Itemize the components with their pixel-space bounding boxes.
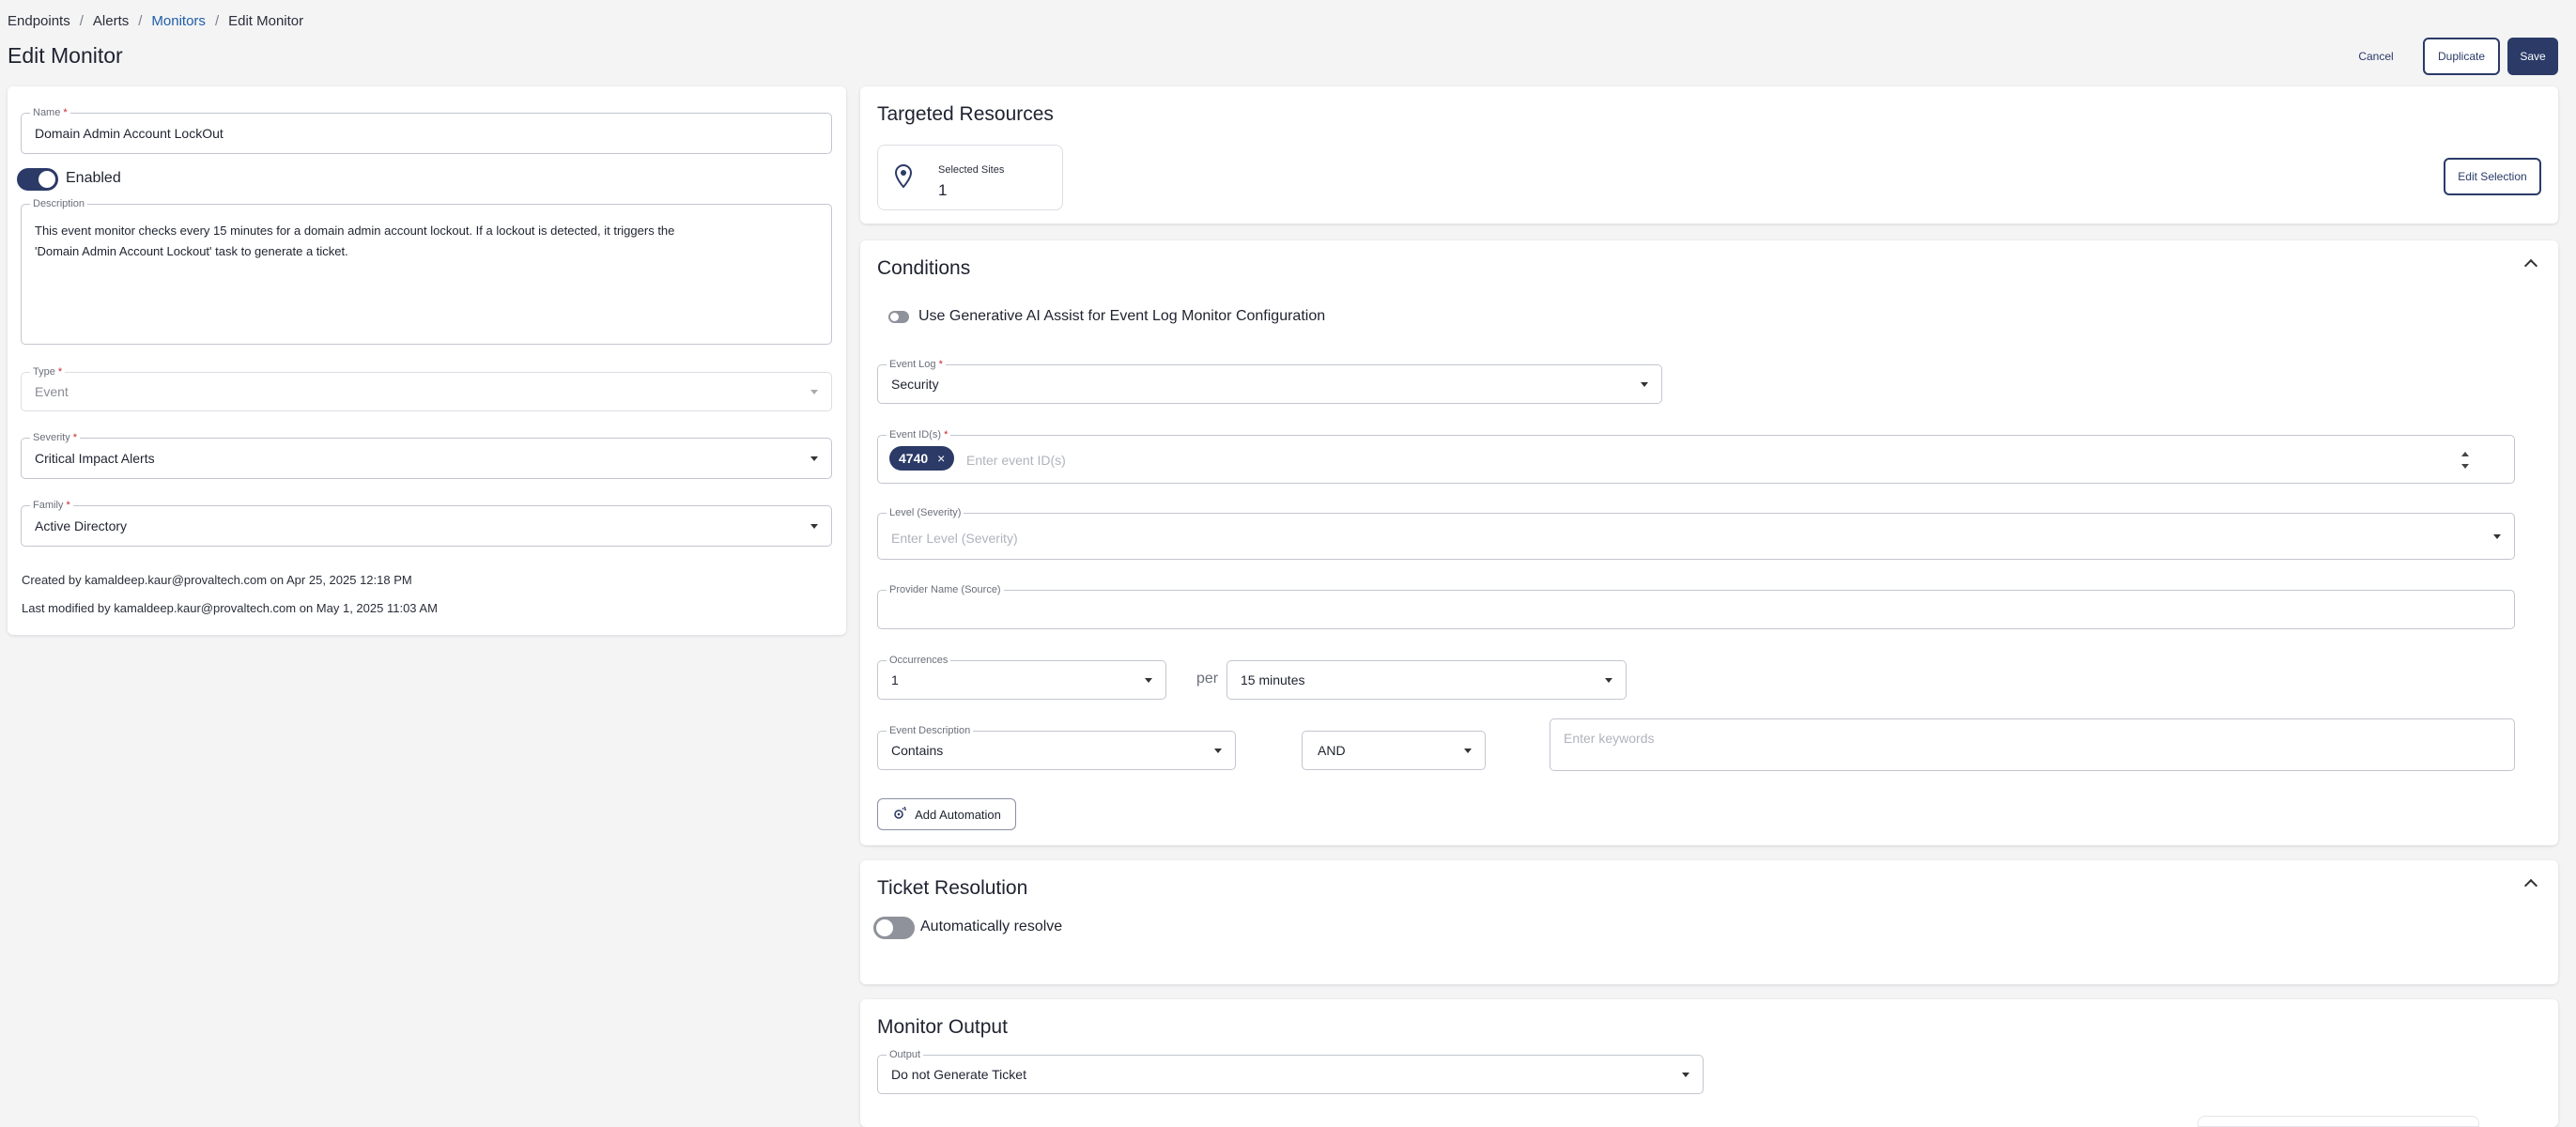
ticket-resolution-card: Ticket Resolution Automatically resolve <box>860 860 2558 984</box>
event-description-label: Event Description <box>887 725 974 736</box>
edit-selection-button[interactable]: Edit Selection <box>2444 158 2541 195</box>
duplicate-button[interactable]: Duplicate <box>2423 38 2500 75</box>
selected-sites-box: Selected Sites 1 <box>877 145 1063 210</box>
save-button[interactable]: Save <box>2507 38 2558 75</box>
location-pin-icon <box>894 163 913 193</box>
targeted-resources-title: Targeted Resources <box>877 103 1054 125</box>
general-settings-card: Name * Domain Admin Account LockOut Enab… <box>8 86 846 635</box>
family-value: Active Directory <box>35 518 128 533</box>
chevron-down-icon <box>1214 749 1222 753</box>
provider-name-field[interactable]: Provider Name (Source) <box>877 584 2515 629</box>
level-placeholder: Enter Level (Severity) <box>891 531 1018 546</box>
gen-ai-toggle[interactable] <box>888 311 909 323</box>
auto-resolve-label: Automatically resolve <box>920 919 1063 934</box>
breadcrumb-separator: / <box>138 13 143 29</box>
targeted-resources-card: Targeted Resources Selected Sites 1 Edit… <box>860 86 2558 224</box>
breadcrumb-alerts[interactable]: Alerts <box>93 13 129 29</box>
automation-gear-icon <box>892 806 907 824</box>
breadcrumb: Endpoints / Alerts / Monitors / Edit Mon… <box>8 13 303 29</box>
type-value: Event <box>35 384 69 399</box>
operator-value: AND <box>1318 743 1346 758</box>
description-line-2: 'Domain Admin Account Lockout' task to g… <box>35 244 348 258</box>
modified-by-text: Last modified by kamaldeep.kaur@provalte… <box>22 601 438 615</box>
output-select[interactable]: Output Do not Generate Ticket <box>877 1049 1704 1094</box>
event-log-select[interactable]: Event Log * Security <box>877 359 1662 404</box>
monitor-output-card: Monitor Output Output Do not Generate Ti… <box>860 999 2558 1127</box>
gen-ai-label: Use Generative AI Assist for Event Log M… <box>918 308 1326 324</box>
enabled-toggle[interactable] <box>17 168 58 191</box>
breadcrumb-monitors[interactable]: Monitors <box>151 13 206 29</box>
breadcrumb-separator: / <box>214 13 220 29</box>
level-select[interactable]: Level (Severity) Enter Level (Severity) <box>877 507 2515 560</box>
event-log-label: Event Log * <box>887 359 946 370</box>
chevron-down-icon <box>1145 678 1152 683</box>
cancel-button[interactable]: Cancel <box>2348 38 2404 75</box>
type-label: Type * <box>30 366 66 378</box>
chevron-down-icon <box>1605 678 1612 683</box>
add-automation-label: Add Automation <box>915 807 1001 822</box>
floating-panel-edge <box>2198 1116 2479 1127</box>
event-description-select[interactable]: Event Description Contains <box>877 725 1236 770</box>
operator-select[interactable]: AND <box>1302 731 1486 770</box>
chevron-down-icon <box>1641 382 1648 387</box>
severity-select[interactable]: Severity * Critical Impact Alerts <box>21 432 832 479</box>
close-icon[interactable]: × <box>937 451 945 466</box>
severity-label: Severity * <box>30 432 81 443</box>
per-label: per <box>1196 671 1219 687</box>
conditions-card: Conditions Use Generative AI Assist for … <box>860 240 2558 845</box>
selected-sites-label: Selected Sites <box>938 164 1005 176</box>
occurrences-label: Occurrences <box>887 655 951 666</box>
name-field[interactable]: Name * Domain Admin Account LockOut <box>21 107 832 154</box>
keywords-placeholder: Enter keywords <box>1564 731 1655 746</box>
breadcrumb-current: Edit Monitor <box>228 13 304 29</box>
description-label: Description <box>30 198 88 209</box>
created-by-text: Created by kamaldeep.kaur@provaltech.com… <box>22 573 412 587</box>
stepper-icon[interactable] <box>2461 452 2469 469</box>
monitor-output-title: Monitor Output <box>877 1016 1008 1038</box>
event-log-value: Security <box>891 377 939 392</box>
event-ids-field[interactable]: Event ID(s) * 4740 × Enter event ID(s) <box>877 429 2515 484</box>
chevron-down-icon <box>2493 534 2501 539</box>
name-label: Name * <box>30 107 70 118</box>
event-ids-label: Event ID(s) * <box>887 429 951 440</box>
severity-value: Critical Impact Alerts <box>35 451 155 466</box>
occurrences-select[interactable]: Occurrences 1 <box>877 655 1166 700</box>
add-automation-button[interactable]: Add Automation <box>877 798 1016 830</box>
auto-resolve-toggle[interactable] <box>873 917 915 939</box>
event-id-chip-label: 4740 <box>899 451 929 466</box>
selected-sites-count: 1 <box>938 181 948 199</box>
name-value: Domain Admin Account LockOut <box>35 126 224 141</box>
breadcrumb-separator: / <box>79 13 84 29</box>
collapse-chevron-icon[interactable] <box>2523 258 2538 273</box>
collapse-chevron-icon[interactable] <box>2523 878 2538 893</box>
chevron-down-icon <box>1682 1073 1689 1077</box>
occurrences-value: 1 <box>891 672 899 687</box>
event-description-value: Contains <box>891 743 944 758</box>
event-ids-placeholder: Enter event ID(s) <box>966 453 1066 468</box>
chevron-down-icon <box>1464 749 1472 753</box>
breadcrumb-endpoints[interactable]: Endpoints <box>8 13 70 29</box>
chevron-down-icon <box>810 524 818 529</box>
page-title: Edit Monitor <box>8 43 123 68</box>
ticket-resolution-title: Ticket Resolution <box>877 877 1028 899</box>
provider-name-label: Provider Name (Source) <box>887 584 1004 595</box>
interval-value: 15 minutes <box>1241 672 1305 687</box>
conditions-title: Conditions <box>877 257 971 279</box>
description-line-1: This event monitor checks every 15 minut… <box>35 224 675 238</box>
keywords-field[interactable]: Enter keywords <box>1550 718 2515 771</box>
event-id-chip[interactable]: 4740 × <box>889 446 955 471</box>
output-value: Do not Generate Ticket <box>891 1067 1026 1082</box>
description-field[interactable]: Description This event monitor checks ev… <box>21 198 832 345</box>
chevron-down-icon <box>810 456 818 461</box>
enabled-label: Enabled <box>66 170 121 186</box>
level-label: Level (Severity) <box>887 507 964 518</box>
family-label: Family * <box>30 500 73 511</box>
family-select[interactable]: Family * Active Directory <box>21 500 832 547</box>
output-label: Output <box>887 1049 924 1060</box>
chevron-down-icon <box>810 390 818 394</box>
interval-select[interactable]: 15 minutes <box>1226 660 1627 700</box>
type-select: Type * Event <box>21 366 832 411</box>
